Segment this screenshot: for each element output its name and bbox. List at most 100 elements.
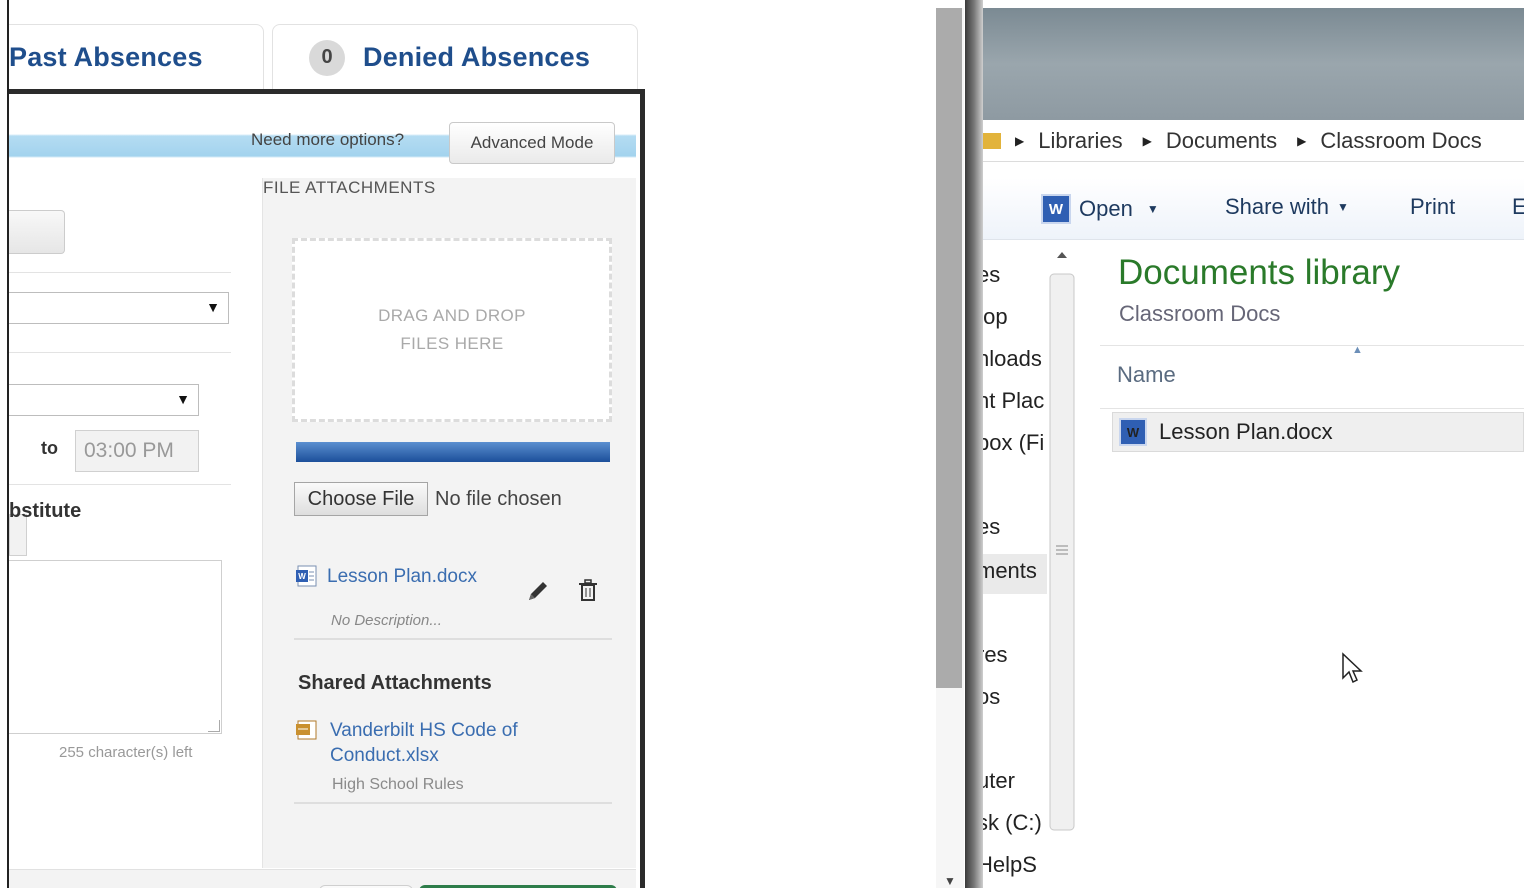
nav-item[interactable]: HelpS: [981, 852, 1037, 878]
sort-ascending-icon: ▲: [1352, 344, 1363, 356]
attachment-separator: [294, 638, 612, 640]
word-icon: W: [1041, 194, 1071, 224]
upload-progress-bar: [296, 442, 610, 462]
command-bar: W Open ▼ Share with ▼ Print E: [981, 178, 1524, 240]
dropzone-text-line2: FILES HERE: [400, 334, 504, 353]
nav-item[interactable]: sk (C:): [981, 810, 1042, 836]
choose-file-button[interactable]: Choose File: [294, 482, 428, 516]
advanced-mode-button[interactable]: Advanced Mode: [449, 122, 615, 164]
email-label-partial: E: [1512, 194, 1524, 219]
share-with-button[interactable]: Share with ▼: [1225, 194, 1349, 220]
absence-reason-select[interactable]: ▼: [9, 292, 229, 324]
breadcrumb-libraries[interactable]: Libraries: [1038, 128, 1122, 154]
divider: [9, 352, 231, 353]
form-button-partial[interactable]: [9, 210, 65, 254]
screen: Past Absences 0 Denied Absences Need mor…: [0, 0, 1524, 888]
tab-past-absences[interactable]: Past Absences: [0, 24, 264, 90]
name-column-header[interactable]: Name: [1117, 362, 1176, 388]
breadcrumb-classroom-docs[interactable]: Classroom Docs: [1320, 128, 1481, 154]
attachment-link[interactable]: Lesson Plan.docx: [327, 566, 477, 588]
top-strip: [0, 0, 965, 9]
print-label: Print: [1410, 194, 1456, 219]
shared-attachment-link-line2[interactable]: Conduct.xlsx: [330, 745, 439, 767]
nav-item-documents[interactable]: ments: [981, 558, 1037, 584]
dropdown-arrow-icon: ▼: [176, 391, 190, 407]
breadcrumb-arrow-icon[interactable]: ▶: [1015, 134, 1024, 148]
tab-denied-absences[interactable]: 0 Denied Absences: [272, 24, 638, 90]
denied-count-badge: 0: [309, 39, 345, 76]
nav-item[interactable]: nloads: [981, 346, 1042, 372]
print-button[interactable]: Print: [1410, 194, 1455, 220]
notes-textarea[interactable]: [9, 560, 222, 734]
folder-icon: [983, 132, 1001, 149]
header-separator: [1100, 408, 1524, 409]
word-document-icon: W: [296, 565, 317, 587]
nav-item[interactable]: es: [981, 514, 1000, 540]
need-more-options-text: Need more options?: [251, 130, 405, 149]
library-subtitle: Classroom Docs: [1119, 301, 1281, 326]
nav-item[interactable]: box (Fi: [981, 430, 1044, 456]
drag-drop-zone[interactable]: DRAG AND DROP FILES HERE: [292, 238, 612, 422]
nav-item[interactable]: es: [981, 262, 1000, 288]
end-time-input[interactable]: 03:00 PM: [75, 430, 199, 472]
chevron-down-icon: ▼: [1336, 200, 1349, 214]
divider: [9, 484, 231, 485]
shared-attachment-link-line1[interactable]: Vanderbilt HS Code of: [330, 720, 518, 742]
shared-attachments-title: Shared Attachments: [298, 672, 492, 694]
window-edge-shadow: [965, 0, 983, 888]
open-label: Open: [1079, 196, 1133, 221]
breadcrumb-arrow-icon[interactable]: ▶: [1143, 134, 1152, 148]
dropdown-arrow-icon: ▼: [206, 299, 220, 315]
file-row[interactable]: W Lesson Plan.docx: [1112, 412, 1524, 452]
word-document-icon: W: [1119, 418, 1147, 446]
page-scrollbar[interactable]: ▼: [936, 8, 964, 888]
scroll-up-arrow-icon: [1057, 252, 1067, 258]
nav-item[interactable]: top: [981, 304, 1008, 330]
options-bar: Need more options? Advanced Mode: [9, 98, 636, 178]
library-title: Documents library: [1118, 253, 1401, 292]
resize-grip-icon[interactable]: [208, 720, 220, 732]
dialog-footer: [9, 869, 636, 888]
page-scrollbar-thumb[interactable]: [936, 8, 962, 688]
file-name: Lesson Plan.docx: [1159, 419, 1333, 444]
nav-item[interactable]: uter: [981, 768, 1015, 794]
tab-past-absences-label: Past Absences: [9, 42, 203, 72]
pencil-icon[interactable]: [523, 576, 553, 606]
form-column: ▼ ▼ to 03:00 PM bstitute 255 character(s…: [9, 178, 262, 878]
header-separator: [1100, 345, 1524, 346]
attachment-description: No Description...: [331, 612, 442, 629]
explorer-titlebar: [981, 8, 1524, 120]
scroll-down-arrow-icon[interactable]: ▼: [944, 874, 956, 888]
shared-separator: [294, 802, 612, 804]
nav-item[interactable]: res: [981, 642, 1008, 668]
divider: [9, 272, 231, 273]
breadcrumb-arrow-icon[interactable]: ▶: [1297, 134, 1306, 148]
to-label: to: [41, 438, 58, 458]
svg-text:W: W: [298, 572, 306, 581]
trash-icon[interactable]: [573, 576, 603, 606]
characters-left-counter: 255 character(s) left: [59, 744, 193, 761]
absence-dialog: Need more options? Advanced Mode ▼ ▼ to …: [9, 89, 645, 888]
open-button[interactable]: W Open ▼: [1041, 194, 1159, 224]
share-with-label: Share with: [1225, 194, 1329, 219]
email-button-partial[interactable]: E: [1512, 194, 1524, 220]
shared-attachment-description: High School Rules: [332, 776, 464, 793]
file-attachments-title: FILE ATTACHMENTS: [263, 178, 436, 197]
nav-item[interactable]: nt Plac: [981, 388, 1044, 414]
tab-denied-absences-label: Denied Absences: [363, 42, 591, 72]
address-bar[interactable]: ▶ Libraries ▶ Documents ▶ Classroom Docs: [981, 120, 1524, 162]
substitute-label: bstitute: [9, 500, 82, 522]
nav-pane-scrollbar-thumb: [1049, 273, 1075, 831]
chevron-down-icon: ▼: [1146, 202, 1159, 216]
nav-pane-scrollbar[interactable]: [1047, 244, 1077, 888]
duration-select[interactable]: ▼: [9, 384, 199, 416]
breadcrumb-documents[interactable]: Documents: [1166, 128, 1277, 154]
web-app: Past Absences 0 Denied Absences Need mor…: [0, 0, 965, 888]
nav-item[interactable]: os: [981, 684, 1000, 710]
navigation-pane: es top nloads nt Plac box (Fi es ments :…: [981, 240, 1049, 888]
excel-document-icon: [296, 720, 317, 740]
dialog-left-border: [0, 0, 9, 888]
attachments-panel: FILE ATTACHMENTS DRAG AND DROP FILES HER…: [262, 178, 636, 868]
mouse-cursor-icon: [1342, 652, 1363, 684]
no-file-chosen-text: No file chosen: [435, 488, 562, 510]
